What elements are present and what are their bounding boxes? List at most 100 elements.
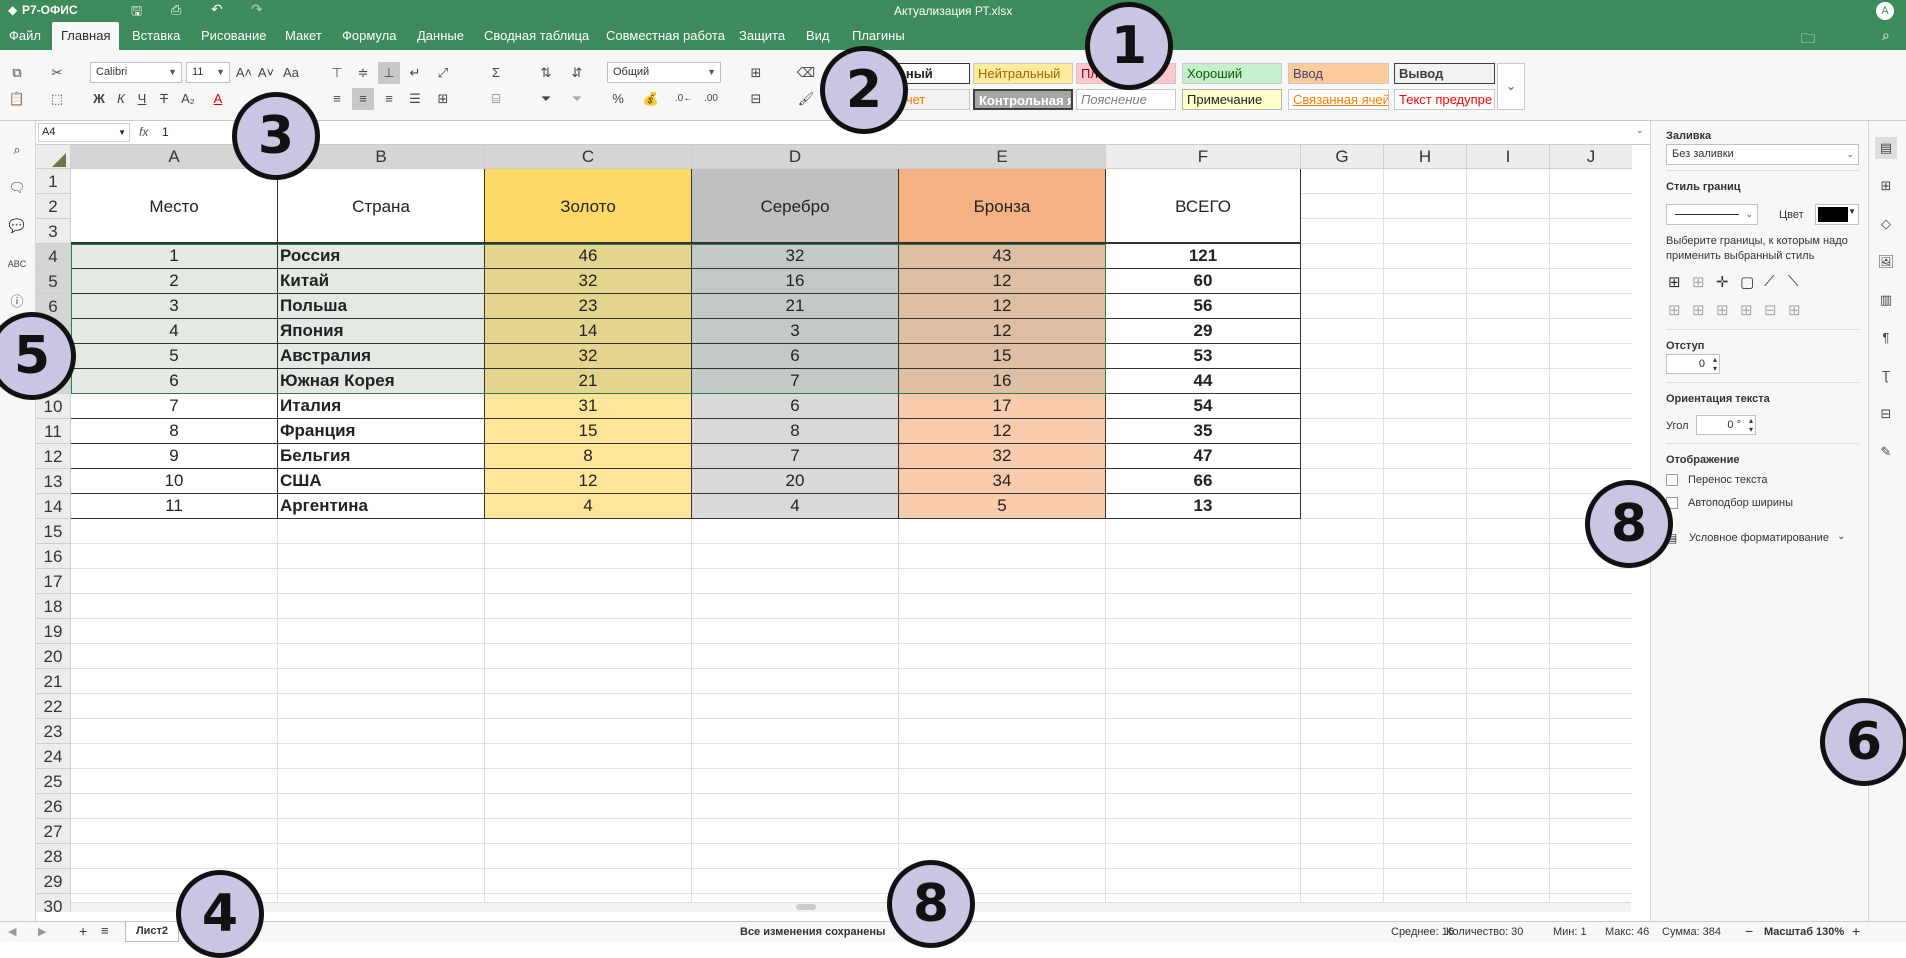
justify-icon[interactable]: ☰ xyxy=(404,88,426,110)
border-top-icon[interactable]: ⊞ xyxy=(1740,301,1753,319)
cell-style-output[interactable]: Вывод xyxy=(1394,63,1495,84)
table-data-cell[interactable]: 12 xyxy=(899,319,1106,344)
grid-cell[interactable] xyxy=(1301,569,1384,594)
grid-cell[interactable] xyxy=(1550,219,1632,244)
decimal-increase-icon[interactable]: .00 xyxy=(700,88,722,110)
cell-settings-icon[interactable]: ▤ xyxy=(1875,137,1897,159)
row-header[interactable]: 5 xyxy=(36,269,71,294)
grid-cell[interactable] xyxy=(1550,644,1632,669)
border-style-select[interactable]: ⌄ xyxy=(1666,204,1758,225)
sheet-list-icon[interactable]: ≡ xyxy=(101,923,109,938)
table-data-cell[interactable]: 32 xyxy=(899,444,1106,469)
align-right-icon[interactable]: ≡ xyxy=(378,88,400,110)
grid-cell[interactable] xyxy=(692,669,899,694)
row-header[interactable]: 17 xyxy=(36,569,71,594)
grid-cell[interactable] xyxy=(1106,544,1301,569)
grid-cell[interactable] xyxy=(1106,719,1301,744)
grid-cell[interactable] xyxy=(692,594,899,619)
grid-cell[interactable] xyxy=(71,744,278,769)
table-data-cell[interactable]: 32 xyxy=(485,344,692,369)
grid-cell[interactable] xyxy=(1384,519,1467,544)
grid-cell[interactable] xyxy=(1467,344,1550,369)
table-data-cell[interactable]: 15 xyxy=(899,344,1106,369)
grid-cell[interactable] xyxy=(1384,194,1467,219)
grid-cell[interactable] xyxy=(1550,394,1632,419)
grid-cell[interactable] xyxy=(278,819,485,844)
grid-cell[interactable] xyxy=(899,569,1106,594)
table-data-cell[interactable]: 53 xyxy=(1106,344,1301,369)
grid-cell[interactable] xyxy=(1467,494,1550,519)
fill-select[interactable]: Без заливки ⌄ xyxy=(1666,144,1859,165)
grid-cell[interactable] xyxy=(1467,319,1550,344)
formula-input[interactable]: 1 xyxy=(162,125,1622,139)
tab-view[interactable]: Вид xyxy=(797,22,839,50)
row-header[interactable]: 19 xyxy=(36,619,71,644)
grid-cell[interactable] xyxy=(1384,769,1467,794)
grid-cell[interactable] xyxy=(278,794,485,819)
grid-cell[interactable] xyxy=(278,769,485,794)
grid-cell[interactable] xyxy=(1301,669,1384,694)
table-data-cell[interactable]: 21 xyxy=(485,369,692,394)
number-format-select[interactable]: Общий ▼ xyxy=(607,62,721,83)
comments-icon[interactable]: 🗨 xyxy=(6,177,28,199)
table-data-cell[interactable]: 31 xyxy=(485,394,692,419)
cell-style-input[interactable]: Ввод xyxy=(1288,63,1389,84)
grid-cell[interactable] xyxy=(1550,594,1632,619)
table-data-cell[interactable]: 1 xyxy=(71,244,278,269)
spreadsheet-grid[interactable]: ABCDEFGHIJ123456789101112131415161718192… xyxy=(36,145,1632,912)
cell-style-warning[interactable]: Текст предупре xyxy=(1394,89,1495,110)
table-data-cell[interactable]: 12 xyxy=(899,294,1106,319)
spellcheck-icon[interactable]: ABC xyxy=(6,253,28,275)
grid-cell[interactable] xyxy=(278,694,485,719)
border-right-icon[interactable]: ⊞ xyxy=(1716,301,1729,319)
search-icon[interactable]: ⌕ xyxy=(6,139,28,161)
grid-cell[interactable] xyxy=(71,844,278,869)
chart-settings-icon[interactable]: ▥ xyxy=(1875,289,1897,311)
grid-cell[interactable] xyxy=(1301,419,1384,444)
table-data-cell[interactable]: 66 xyxy=(1106,469,1301,494)
grid-cell[interactable] xyxy=(1467,719,1550,744)
redo-icon[interactable]: ↷ xyxy=(251,1,263,18)
grid-cell[interactable] xyxy=(1301,719,1384,744)
grid-cell[interactable] xyxy=(71,619,278,644)
grid-cell[interactable] xyxy=(692,619,899,644)
grid-cell[interactable] xyxy=(71,794,278,819)
table-data-cell[interactable]: 44 xyxy=(1106,369,1301,394)
open-location-icon[interactable]: 🗀 xyxy=(1801,28,1815,52)
grid-cell[interactable] xyxy=(1301,269,1384,294)
column-header[interactable]: E xyxy=(899,145,1106,169)
copy-icon[interactable]: ⧉ xyxy=(6,62,28,84)
row-header[interactable]: 21 xyxy=(36,669,71,694)
grid-cell[interactable] xyxy=(692,744,899,769)
grid-cell[interactable] xyxy=(485,619,692,644)
row-header[interactable]: 4 xyxy=(36,244,71,269)
grid-cell[interactable] xyxy=(899,544,1106,569)
table-data-cell[interactable]: 10 xyxy=(71,469,278,494)
tab-pivot[interactable]: Сводная таблица xyxy=(475,22,598,50)
grid-cell[interactable] xyxy=(1301,844,1384,869)
cell-style-good[interactable]: Хороший xyxy=(1182,63,1282,84)
image-settings-icon[interactable]: 🖼 xyxy=(1875,251,1897,273)
table-header-cell[interactable]: ВСЕГО xyxy=(1106,169,1301,244)
grid-cell[interactable] xyxy=(1550,869,1632,894)
border-diag-down-icon[interactable]: ⟍ xyxy=(1788,273,1799,290)
grid-cell[interactable] xyxy=(1550,819,1632,844)
row-header[interactable]: 30 xyxy=(36,894,71,912)
border-diag-up-icon[interactable]: ⟋ xyxy=(1764,273,1775,290)
grid-cell[interactable] xyxy=(1301,169,1384,194)
row-header[interactable]: 1 xyxy=(36,169,71,194)
grid-cell[interactable] xyxy=(1301,319,1384,344)
grid-cell[interactable] xyxy=(1301,294,1384,319)
table-data-cell[interactable]: 17 xyxy=(899,394,1106,419)
table-data-cell[interactable]: 6 xyxy=(71,369,278,394)
table-data-cell[interactable]: 6 xyxy=(692,344,899,369)
select-all-icon[interactable]: ⬚ xyxy=(46,88,68,110)
grid-cell[interactable] xyxy=(278,644,485,669)
grid-cell[interactable] xyxy=(71,544,278,569)
border-color-picker[interactable]: ▼ xyxy=(1815,204,1859,225)
grid-cell[interactable] xyxy=(1550,244,1632,269)
shape-settings-icon[interactable]: ◇ xyxy=(1875,213,1897,235)
table-data-cell[interactable]: 3 xyxy=(692,319,899,344)
grid-cell[interactable] xyxy=(1467,444,1550,469)
grid-cell[interactable] xyxy=(1384,419,1467,444)
